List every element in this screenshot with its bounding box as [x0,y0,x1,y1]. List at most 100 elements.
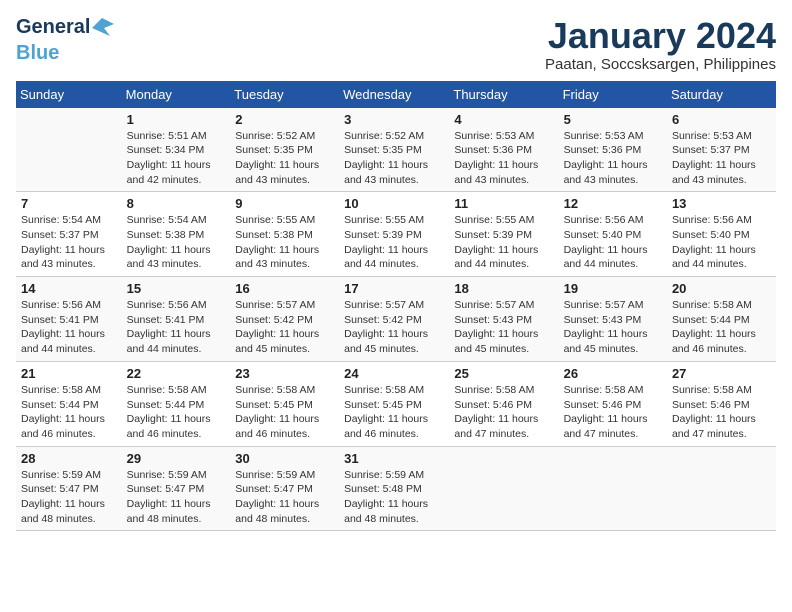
calendar-cell: 8 Sunrise: 5:54 AMSunset: 5:38 PMDaylight… [122,192,231,277]
cell-info: Sunrise: 5:51 AMSunset: 5:34 PMDaylight:… [127,129,226,188]
cell-info: Sunrise: 5:53 AMSunset: 5:37 PMDaylight:… [672,129,771,188]
calendar-cell: 6 Sunrise: 5:53 AMSunset: 5:37 PMDaylight… [667,108,776,192]
cell-info: Sunrise: 5:58 AMSunset: 5:44 PMDaylight:… [127,383,226,442]
cell-info: Sunrise: 5:53 AMSunset: 5:36 PMDaylight:… [564,129,662,188]
title-block: January 2024 Paatan, Soccsksargen, Phili… [545,16,776,73]
day-number: 3 [344,112,444,127]
weekday-header: Wednesday [339,81,449,108]
calendar-cell: 19 Sunrise: 5:57 AMSunset: 5:43 PMDayligh… [559,277,667,362]
calendar-cell [559,446,667,531]
calendar-week-row: 28 Sunrise: 5:59 AMSunset: 5:47 PMDayligh… [16,446,776,531]
weekday-header: Sunday [16,81,122,108]
calendar-cell: 5 Sunrise: 5:53 AMSunset: 5:36 PMDaylight… [559,108,667,192]
calendar-cell: 23Sunrise: 5:58 AMSunset: 5:45 PMDayligh… [230,361,339,446]
month-title: January 2024 [545,16,776,56]
day-number: 24 [344,366,444,381]
day-number: 7 [21,196,117,211]
day-number: 27 [672,366,771,381]
page-header: GeneralBlue January 2024 Paatan, Soccsks… [16,16,776,73]
cell-info: Sunrise: 5:55 AMSunset: 5:39 PMDaylight:… [344,213,444,272]
day-number: 16 [235,281,334,296]
day-number: 23 [235,366,334,381]
calendar-cell: 3 Sunrise: 5:52 AMSunset: 5:35 PMDaylight… [339,108,449,192]
cell-info: Sunrise: 5:54 AMSunset: 5:38 PMDaylight:… [127,213,226,272]
cell-info: Sunrise: 5:58 AMSunset: 5:44 PMDaylight:… [672,298,771,357]
day-number: 19 [564,281,662,296]
day-number: 30 [235,451,334,466]
cell-info: Sunrise: 5:52 AMSunset: 5:35 PMDaylight:… [235,129,334,188]
day-number: 1 [127,112,226,127]
calendar-cell [667,446,776,531]
day-number: 5 [564,112,662,127]
day-number: 31 [344,451,444,466]
calendar-cell: 27Sunrise: 5:58 AMSunset: 5:46 PMDayligh… [667,361,776,446]
weekday-header: Monday [122,81,231,108]
calendar-cell: 15Sunrise: 5:56 AMSunset: 5:41 PMDayligh… [122,277,231,362]
cell-info: Sunrise: 5:57 AMSunset: 5:43 PMDaylight:… [454,298,553,357]
calendar-cell: 4 Sunrise: 5:53 AMSunset: 5:36 PMDaylight… [449,108,558,192]
cell-info: Sunrise: 5:59 AMSunset: 5:47 PMDaylight:… [21,468,117,527]
calendar-cell [16,108,122,192]
day-number: 18 [454,281,553,296]
day-number: 13 [672,196,771,211]
calendar-table: SundayMondayTuesdayWednesdayThursdayFrid… [16,81,776,532]
day-number: 8 [127,196,226,211]
day-number: 20 [672,281,771,296]
day-number: 29 [127,451,226,466]
cell-info: Sunrise: 5:55 AMSunset: 5:39 PMDaylight:… [454,213,553,272]
day-number: 26 [564,366,662,381]
cell-info: Sunrise: 5:52 AMSunset: 5:35 PMDaylight:… [344,129,444,188]
day-number: 28 [21,451,117,466]
weekday-header: Saturday [667,81,776,108]
day-number: 17 [344,281,444,296]
weekday-header: Friday [559,81,667,108]
day-number: 6 [672,112,771,127]
cell-info: Sunrise: 5:58 AMSunset: 5:46 PMDaylight:… [454,383,553,442]
location: Paatan, Soccsksargen, Philippines [545,56,776,73]
calendar-cell: 26 Sunrise: 5:58 AMSunset: 5:46 PMDayligh… [559,361,667,446]
cell-info: Sunrise: 5:54 AMSunset: 5:37 PMDaylight:… [21,213,117,272]
calendar-week-row: 21 Sunrise: 5:58 AMSunset: 5:44 PMDayligh… [16,361,776,446]
calendar-cell [449,446,558,531]
calendar-cell: 9 Sunrise: 5:55 AMSunset: 5:38 PMDaylight… [230,192,339,277]
day-number: 12 [564,196,662,211]
calendar-cell: 28 Sunrise: 5:59 AMSunset: 5:47 PMDayligh… [16,446,122,531]
calendar-cell: 21 Sunrise: 5:58 AMSunset: 5:44 PMDayligh… [16,361,122,446]
calendar-cell: 13Sunrise: 5:56 AMSunset: 5:40 PMDayligh… [667,192,776,277]
cell-info: Sunrise: 5:59 AMSunset: 5:47 PMDaylight:… [235,468,334,527]
calendar-cell: 12 Sunrise: 5:56 AMSunset: 5:40 PMDayligh… [559,192,667,277]
day-number: 11 [454,196,553,211]
cell-info: Sunrise: 5:55 AMSunset: 5:38 PMDaylight:… [235,213,334,272]
cell-info: Sunrise: 5:53 AMSunset: 5:36 PMDaylight:… [454,129,553,188]
calendar-week-row: 1 Sunrise: 5:51 AMSunset: 5:34 PMDaylight… [16,108,776,192]
day-number: 4 [454,112,553,127]
cell-info: Sunrise: 5:58 AMSunset: 5:46 PMDaylight:… [564,383,662,442]
calendar-cell: 7 Sunrise: 5:54 AMSunset: 5:37 PMDaylight… [16,192,122,277]
day-number: 22 [127,366,226,381]
weekday-header-row: SundayMondayTuesdayWednesdayThursdayFrid… [16,81,776,108]
day-number: 21 [21,366,117,381]
calendar-week-row: 14 Sunrise: 5:56 AMSunset: 5:41 PMDayligh… [16,277,776,362]
cell-info: Sunrise: 5:58 AMSunset: 5:44 PMDaylight:… [21,383,117,442]
day-number: 9 [235,196,334,211]
day-number: 10 [344,196,444,211]
calendar-cell: 24 Sunrise: 5:58 AMSunset: 5:45 PMDayligh… [339,361,449,446]
calendar-cell: 31 Sunrise: 5:59 AMSunset: 5:48 PMDayligh… [339,446,449,531]
cell-info: Sunrise: 5:57 AMSunset: 5:42 PMDaylight:… [344,298,444,357]
calendar-cell: 30 Sunrise: 5:59 AMSunset: 5:47 PMDayligh… [230,446,339,531]
cell-info: Sunrise: 5:56 AMSunset: 5:40 PMDaylight:… [564,213,662,272]
cell-info: Sunrise: 5:57 AMSunset: 5:43 PMDaylight:… [564,298,662,357]
day-number: 25 [454,366,553,381]
day-number: 2 [235,112,334,127]
cell-info: Sunrise: 5:59 AMSunset: 5:48 PMDaylight:… [344,468,444,527]
calendar-week-row: 7 Sunrise: 5:54 AMSunset: 5:37 PMDaylight… [16,192,776,277]
cell-info: Sunrise: 5:58 AMSunset: 5:45 PMDaylight:… [344,383,444,442]
cell-info: Sunrise: 5:56 AMSunset: 5:41 PMDaylight:… [21,298,117,357]
day-number: 14 [21,281,117,296]
calendar-cell: 22 Sunrise: 5:58 AMSunset: 5:44 PMDayligh… [122,361,231,446]
weekday-header: Thursday [449,81,558,108]
logo: GeneralBlue [16,16,114,64]
calendar-cell: 20 Sunrise: 5:58 AMSunset: 5:44 PMDayligh… [667,277,776,362]
calendar-cell: 10 Sunrise: 5:55 AMSunset: 5:39 PMDayligh… [339,192,449,277]
calendar-cell: 25 Sunrise: 5:58 AMSunset: 5:46 PMDayligh… [449,361,558,446]
